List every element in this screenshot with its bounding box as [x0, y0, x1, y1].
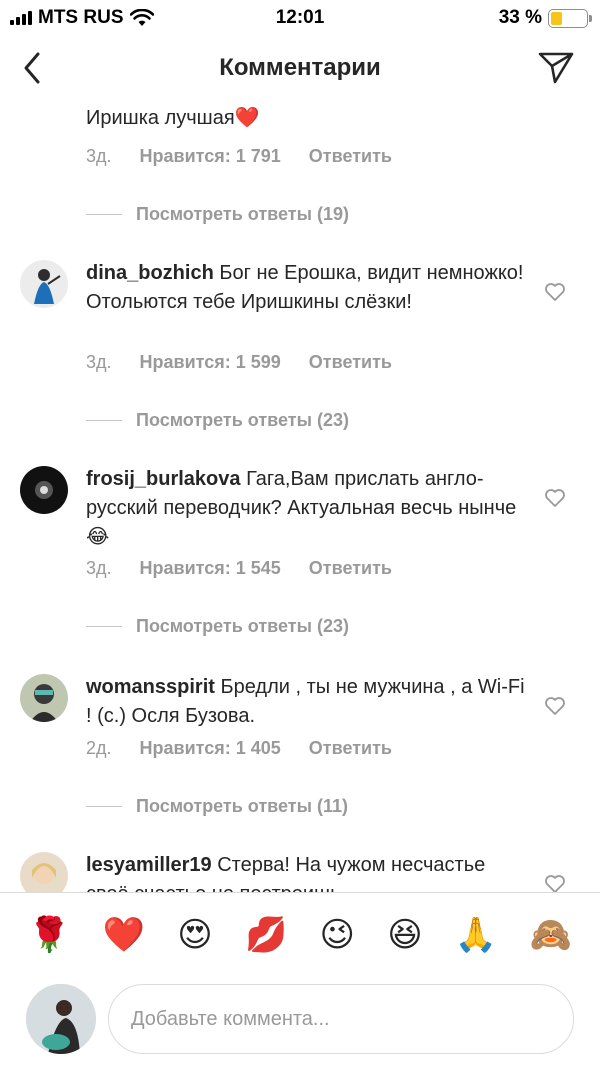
avatar: [26, 984, 96, 1054]
like-count[interactable]: Нравится: 1 405: [140, 738, 281, 759]
comment-age: 3д.: [86, 558, 112, 578]
page-title: Комментарии: [219, 54, 381, 81]
divider-line: [86, 214, 122, 215]
paper-plane-icon[interactable]: [536, 48, 576, 88]
laughing-emoji[interactable]: 😆: [387, 915, 422, 955]
comment-username[interactable]: dina_bozhich: [86, 262, 214, 284]
view-replies-button[interactable]: Посмотреть ответы (23): [86, 616, 349, 637]
see-no-evil-emoji[interactable]: 🙈: [529, 915, 571, 955]
battery-icon: [548, 8, 592, 28]
comment-meta: 3д. Нравится: 1 791 Ответить: [86, 146, 392, 167]
reply-button[interactable]: Ответить: [309, 352, 392, 373]
heart-outline-icon[interactable]: [544, 488, 566, 508]
battery-percent: 33 %: [498, 7, 542, 28]
emoji-bar: 🌹 ❤️ 😍 💋 😉 😆 🙏 🙈: [0, 892, 600, 976]
battery-group: 33 %: [498, 7, 592, 29]
like-count[interactable]: Нравится: 1 599: [140, 352, 281, 373]
reply-button[interactable]: Ответить: [309, 146, 392, 167]
heart-eyes-emoji[interactable]: 😍: [177, 915, 212, 955]
like-count[interactable]: Нравится: 1 545: [140, 558, 281, 579]
battery-fill: [551, 11, 563, 25]
avatar-image: [20, 674, 68, 722]
like-count[interactable]: Нравится: 1 791: [140, 146, 281, 167]
comment-composer: [0, 976, 600, 1066]
comment-meta: 2д. Нравится: 1 405 Ответить: [86, 738, 392, 759]
heart-outline-icon[interactable]: [544, 874, 566, 892]
comment-text: frosij_burlakova Гага,Вам прислать англо…: [86, 468, 517, 548]
comment-text: lesyamiller19 Стерва! На чужом несчастье…: [86, 854, 486, 892]
divider-line: [86, 626, 122, 627]
reply-button[interactable]: Ответить: [309, 738, 392, 759]
avatar-image: [26, 984, 96, 1054]
heart-outline-icon[interactable]: [544, 696, 566, 716]
comment-item: lesyamiller19 Стерва! На чужом несчастье…: [0, 852, 600, 892]
comment-username[interactable]: lesyamiller19: [86, 854, 212, 876]
view-replies-button[interactable]: Посмотреть ответы (23): [86, 410, 349, 431]
wink-emoji[interactable]: 😉: [320, 915, 355, 955]
avatar[interactable]: [20, 852, 68, 892]
comment-age: 2д.: [86, 738, 112, 758]
pray-emoji[interactable]: 🙏: [455, 915, 497, 955]
comment-item: dina_bozhich Бог не Ерошка, видит немнож…: [0, 260, 600, 450]
view-replies-button[interactable]: Посмотреть ответы (11): [86, 796, 348, 817]
heart-outline-icon[interactable]: [544, 282, 566, 302]
avatar-image: [20, 466, 68, 514]
kiss-emoji[interactable]: 💋: [245, 915, 287, 955]
rose-emoji[interactable]: 🌹: [28, 915, 70, 955]
comment-age: 3д.: [86, 146, 112, 166]
comment-input[interactable]: [108, 984, 574, 1054]
comment-text: womansspirit Бредли , ты не мужчина , а …: [86, 676, 525, 727]
header: Комментарии: [0, 36, 600, 100]
comment-age: 3д.: [86, 352, 112, 372]
avatar[interactable]: [20, 466, 68, 514]
divider-line: [86, 420, 122, 421]
status-bar: MTS RUS 12:01 33 %: [0, 0, 600, 36]
comment-item: womansspirit Бредли , ты не мужчина , а …: [0, 674, 600, 834]
comment-meta: 3д. Нравится: 1 599 Ответить: [86, 352, 392, 373]
comment-text: dina_bozhich Бог не Ерошка, видит немнож…: [86, 262, 524, 313]
comment-username[interactable]: womansspirit: [86, 676, 215, 698]
comment-item: Иришка лучшая❤️ 3д. Нравится: 1 791 Отве…: [0, 100, 600, 236]
divider-line: [86, 806, 122, 807]
view-replies-button[interactable]: Посмотреть ответы (19): [86, 204, 349, 225]
avatar[interactable]: [20, 674, 68, 722]
avatar[interactable]: [20, 260, 68, 308]
reply-button[interactable]: Ответить: [309, 558, 392, 579]
comment-item: frosij_burlakova Гага,Вам прислать англо…: [0, 466, 600, 656]
avatar-image: [20, 852, 68, 892]
avatar-image: [20, 260, 68, 308]
comment-meta: 3д. Нравится: 1 545 Ответить: [86, 558, 392, 579]
comment-list[interactable]: Иришка лучшая❤️ 3д. Нравится: 1 791 Отве…: [0, 100, 600, 892]
comment-username[interactable]: frosij_burlakova: [86, 468, 241, 490]
comment-text: Иришка лучшая❤️: [86, 107, 260, 129]
heart-emoji[interactable]: ❤️: [103, 915, 145, 955]
